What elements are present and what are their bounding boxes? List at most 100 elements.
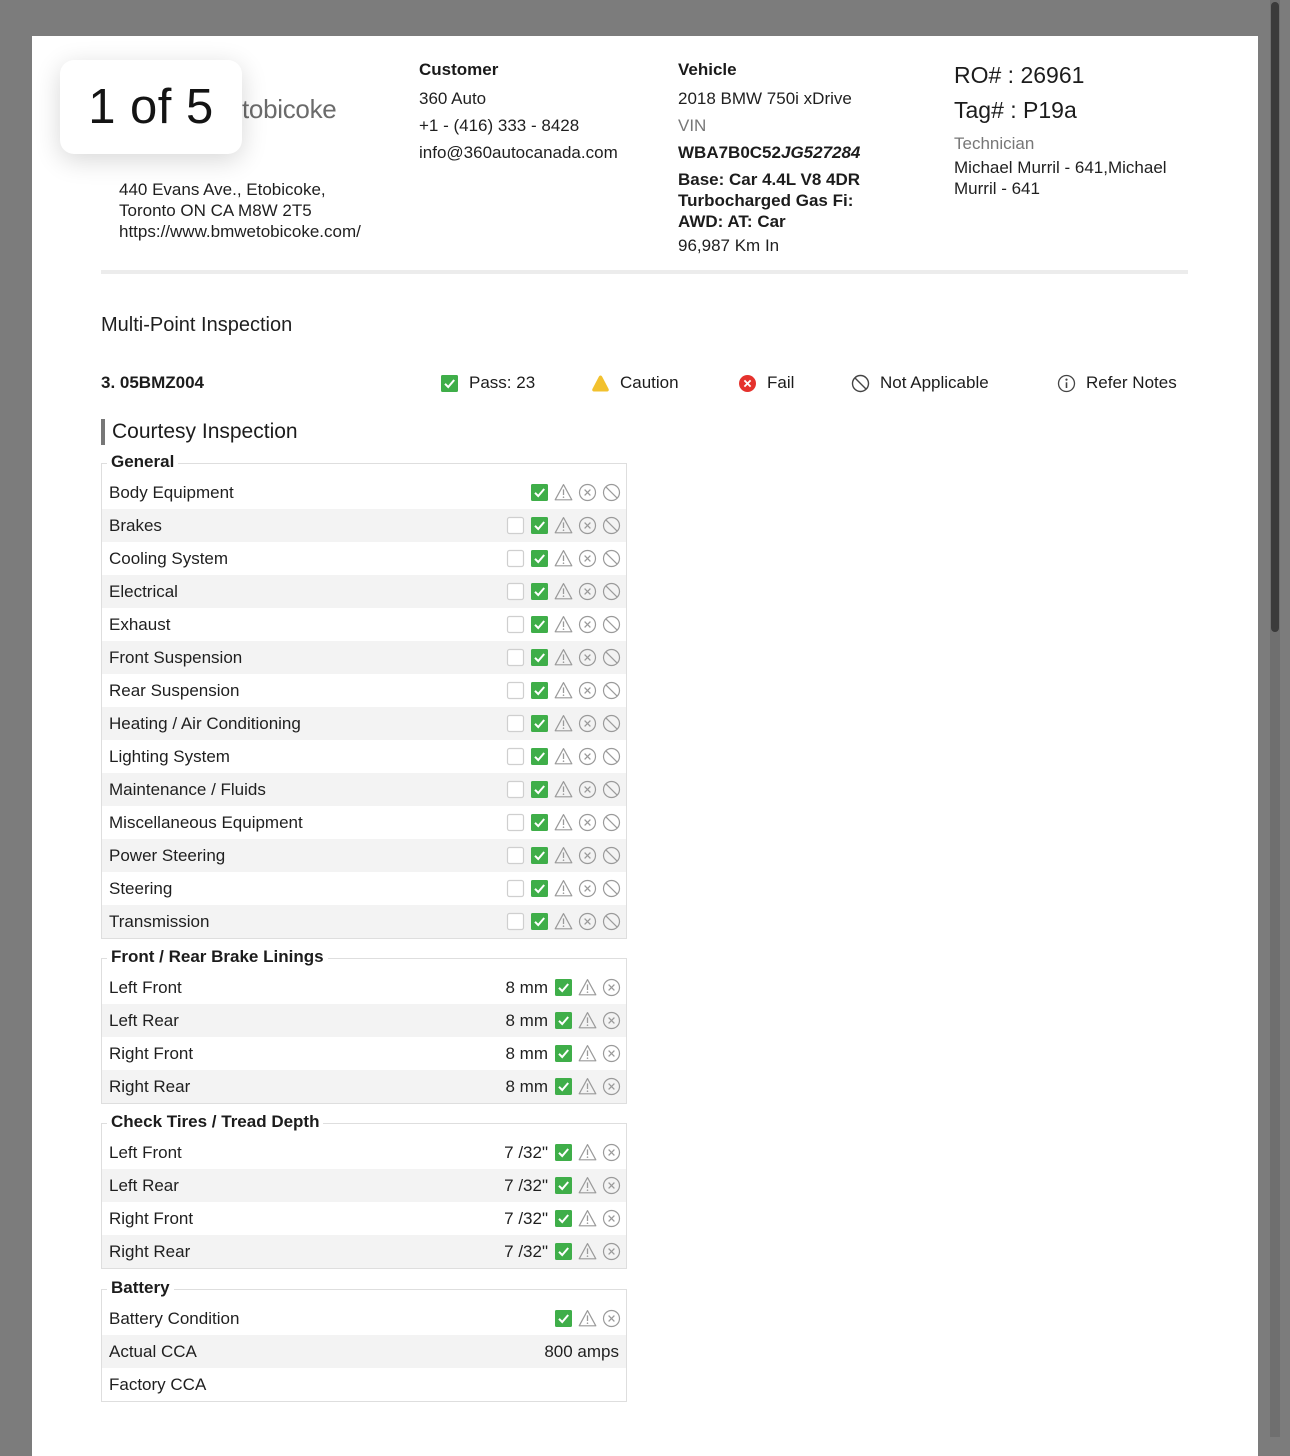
group-title: Check Tires / Tread Depth xyxy=(107,1112,324,1132)
not-applicable-icon xyxy=(602,912,621,931)
inspection-row: Factory CCA xyxy=(102,1368,626,1401)
caution-warning-icon xyxy=(554,747,573,766)
address-line-1: 440 Evans Ave., Etobicoke, xyxy=(119,180,326,199)
select-checkbox[interactable] xyxy=(506,681,525,700)
pass-check-icon xyxy=(440,374,459,393)
status-icons xyxy=(530,483,621,502)
pass-check-icon xyxy=(530,846,549,865)
legend-not-applicable: Not Applicable xyxy=(851,373,989,393)
status-icons xyxy=(506,747,621,766)
inspection-row: Cooling System xyxy=(102,542,626,575)
pass-check-icon xyxy=(530,615,549,634)
select-checkbox[interactable] xyxy=(506,879,525,898)
select-checkbox[interactable] xyxy=(506,549,525,568)
vin-suffix: JG527284 xyxy=(780,143,861,162)
status-icons xyxy=(506,549,621,568)
inspection-row: Steering xyxy=(102,872,626,905)
fail-x-icon xyxy=(578,747,597,766)
vehicle-base-line-3: AWD: AT: Car xyxy=(678,212,786,231)
page-indicator: 1 of 5 xyxy=(60,60,242,154)
fail-x-icon xyxy=(578,780,597,799)
status-icons xyxy=(506,615,621,634)
row-label: Left Front xyxy=(109,1143,182,1162)
row-value: 7 /32" xyxy=(504,1176,548,1195)
pass-check-icon xyxy=(554,1011,573,1030)
row-value: 800 amps xyxy=(544,1342,619,1361)
group-title: Battery xyxy=(107,1278,174,1298)
customer-block: Customer 360 Auto +1 - (416) 333 - 8428 … xyxy=(419,56,618,166)
select-checkbox[interactable] xyxy=(506,615,525,634)
inspection-row: Power Steering xyxy=(102,839,626,872)
select-checkbox[interactable] xyxy=(506,912,525,931)
caution-warning-icon xyxy=(578,1209,597,1228)
caution-warning-icon xyxy=(578,1143,597,1162)
vehicle-base-line-1: Base: Car 4.4L V8 4DR xyxy=(678,170,861,189)
row-value: 7 /32" xyxy=(504,1143,548,1162)
status-icons xyxy=(506,912,621,931)
pass-check-icon xyxy=(554,1143,573,1162)
vehicle-base: Base: Car 4.4L V8 4DR Turbocharged Gas F… xyxy=(678,169,908,232)
caution-warning-icon xyxy=(554,582,573,601)
scrollbar-thumb[interactable] xyxy=(1271,2,1279,632)
caution-warning-icon xyxy=(554,912,573,931)
legend-fail-label: Fail xyxy=(767,373,795,392)
pass-check-icon xyxy=(554,1044,573,1063)
inspection-row: Left Front 7 /32" xyxy=(102,1136,626,1169)
inspection-row: Heating / Air Conditioning xyxy=(102,707,626,740)
customer-phone: +1 - (416) 333 - 8428 xyxy=(419,116,580,135)
legend-fail: Fail xyxy=(738,373,794,393)
group-battery: Battery Battery Condition Actual CCA 800 a… xyxy=(101,1278,627,1402)
pass-check-icon xyxy=(530,483,549,502)
row-value: 8 mm xyxy=(505,978,549,997)
status-icons xyxy=(506,714,621,733)
caution-warning-icon xyxy=(554,879,573,898)
status-icons xyxy=(554,1209,621,1228)
not-applicable-icon xyxy=(851,374,870,393)
select-checkbox[interactable] xyxy=(506,813,525,832)
fail-x-icon xyxy=(578,516,597,535)
fail-x-icon xyxy=(578,681,597,700)
caution-warning-icon xyxy=(578,1011,597,1030)
legend-refer-notes-label: Refer Notes xyxy=(1086,373,1177,392)
ro-number: RO# : 26961 xyxy=(954,62,1085,88)
fail-x-icon xyxy=(578,582,597,601)
pass-check-icon xyxy=(554,1209,573,1228)
select-checkbox[interactable] xyxy=(506,582,525,601)
caution-warning-icon xyxy=(554,516,573,535)
status-icons xyxy=(506,681,621,700)
caution-warning-icon xyxy=(578,1044,597,1063)
status-icons xyxy=(554,978,621,997)
inspection-row: Miscellaneous Equipment xyxy=(102,806,626,839)
select-checkbox[interactable] xyxy=(506,648,525,667)
vin-number: WBA7B0C52JG527284 xyxy=(678,139,908,166)
row-label: Left Rear xyxy=(109,1176,179,1195)
inspection-row: Electrical xyxy=(102,575,626,608)
dealer-address: 440 Evans Ave., Etobicoke, Toronto ON CA… xyxy=(119,179,361,242)
select-checkbox[interactable] xyxy=(506,714,525,733)
caution-warning-icon xyxy=(554,615,573,634)
status-icons xyxy=(506,879,621,898)
legend-caution-label: Caution xyxy=(620,373,679,392)
row-value: 7 /32" xyxy=(504,1209,548,1228)
technician-label: Technician xyxy=(954,134,1035,153)
fail-x-icon xyxy=(602,1176,621,1195)
not-applicable-icon xyxy=(602,582,621,601)
select-checkbox[interactable] xyxy=(506,747,525,766)
row-label: Factory CCA xyxy=(109,1375,207,1394)
pass-check-icon xyxy=(554,1309,573,1328)
fail-x-icon xyxy=(602,1143,621,1162)
row-value: 7 /32" xyxy=(504,1242,548,1261)
select-checkbox[interactable] xyxy=(506,780,525,799)
select-checkbox[interactable] xyxy=(506,846,525,865)
row-label: Exhaust xyxy=(109,615,171,634)
fail-x-icon xyxy=(602,1077,621,1096)
status-icons xyxy=(554,1077,621,1096)
customer-name: 360 Auto xyxy=(419,89,487,108)
caution-warning-icon xyxy=(554,681,573,700)
fail-x-icon xyxy=(578,846,597,865)
technician-line-2: Murril - 641 xyxy=(954,179,1040,198)
fail-x-icon xyxy=(602,1309,621,1328)
legend-pass: Pass: 23 xyxy=(440,373,535,393)
select-checkbox[interactable] xyxy=(506,516,525,535)
group-title: Front / Rear Brake Linings xyxy=(107,947,328,967)
